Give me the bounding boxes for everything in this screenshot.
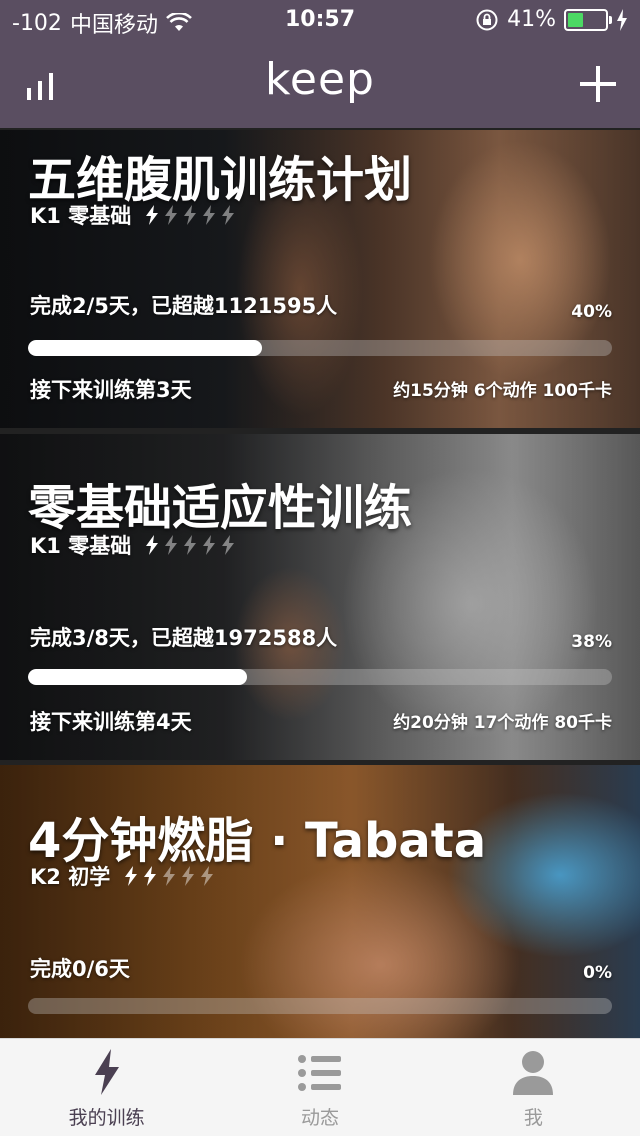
- progress-percent: 40%: [571, 302, 612, 322]
- bolt-empty-icon: [184, 205, 197, 225]
- plus-icon[interactable]: [578, 64, 618, 104]
- nav-bar: keep: [0, 40, 640, 128]
- bolt-empty-icon: [163, 866, 176, 886]
- training-card[interactable]: 4分钟燃脂 · Tabata K2 初学 完成0/6天 0%: [0, 765, 640, 1050]
- difficulty-rating: [143, 204, 237, 226]
- progress-bar-fill: [28, 669, 247, 685]
- orientation-lock-icon: [476, 9, 498, 30]
- bolt-empty-icon: [182, 866, 195, 886]
- bolt-empty-icon: [165, 535, 178, 555]
- next-training-day: 接下来训练第3天: [30, 378, 192, 402]
- header: -102 中国移动 10:57 41% keep: [0, 0, 640, 128]
- charging-icon: [617, 8, 627, 31]
- bolt-empty-icon: [165, 205, 178, 225]
- tab-me[interactable]: 我: [427, 1039, 640, 1136]
- card-title: 零基础适应性训练: [28, 480, 413, 536]
- bolt-empty-icon: [203, 535, 216, 555]
- card-level: K1 零基础: [30, 200, 237, 230]
- bolt-filled-icon: [146, 535, 159, 555]
- bolt-filled-icon: [146, 205, 159, 225]
- level-label: K1 零基础: [30, 534, 132, 558]
- bolt-filled-icon: [144, 866, 157, 886]
- training-card[interactable]: 五维腹肌训练计划 K1 零基础 完成2/5天，已超越1121595人 40% 接…: [0, 130, 640, 428]
- difficulty-rating: [143, 534, 237, 556]
- app-screen: -102 中国移动 10:57 41% keep 五维腹肌训练计划 K1 零基础…: [0, 0, 640, 1136]
- progress-bar-fill: [28, 340, 262, 356]
- progress-bar: [28, 998, 612, 1014]
- tab-feed[interactable]: 动态: [213, 1039, 426, 1136]
- list-icon: [297, 1055, 341, 1091]
- tab-my-training[interactable]: 我的训练: [0, 1039, 213, 1136]
- workout-summary: 约15分钟 6个动作 100千卡: [393, 381, 612, 401]
- card-level: K1 零基础: [30, 530, 237, 560]
- battery-percent: 41%: [507, 7, 556, 32]
- status-bar: -102 中国移动 10:57 41%: [0, 0, 640, 40]
- user-icon: [513, 1051, 554, 1095]
- training-card[interactable]: 零基础适应性训练 K1 零基础 完成3/8天，已超越1972588人 38% 接…: [0, 434, 640, 760]
- app-logo: keep: [265, 54, 375, 105]
- bolt-empty-icon: [222, 205, 235, 225]
- progress-bar: [28, 340, 612, 356]
- tab-bar: 我的训练 动态 我: [0, 1038, 640, 1136]
- progress-text: 完成2/5天，已超越1121595人: [30, 294, 338, 318]
- battery-level: [568, 12, 583, 27]
- next-training-day: 接下来训练第4天: [30, 710, 192, 734]
- progress-percent: 0%: [583, 963, 612, 983]
- tab-label: 我: [523, 1107, 543, 1129]
- level-label: K2 初学: [30, 865, 111, 889]
- status-right: 41%: [475, 7, 628, 32]
- bolt-empty-icon: [201, 866, 214, 886]
- lightning-icon: [94, 1049, 119, 1095]
- level-label: K1 零基础: [30, 204, 132, 228]
- progress-text: 完成3/8天，已超越1972588人: [30, 626, 338, 650]
- bolt-empty-icon: [222, 535, 235, 555]
- bolt-empty-icon: [184, 535, 197, 555]
- tab-label: 我的训练: [68, 1107, 145, 1129]
- progress-percent: 38%: [571, 632, 612, 652]
- tab-label: 动态: [300, 1107, 339, 1129]
- progress-text: 完成0/6天: [30, 957, 130, 981]
- battery-icon: [564, 8, 612, 31]
- workout-summary: 约20分钟 17个动作 80千卡: [393, 713, 612, 733]
- difficulty-rating: [122, 865, 216, 887]
- bolt-empty-icon: [203, 205, 216, 225]
- bolt-filled-icon: [125, 866, 138, 886]
- card-level: K2 初学: [30, 861, 216, 891]
- progress-bar: [28, 669, 612, 685]
